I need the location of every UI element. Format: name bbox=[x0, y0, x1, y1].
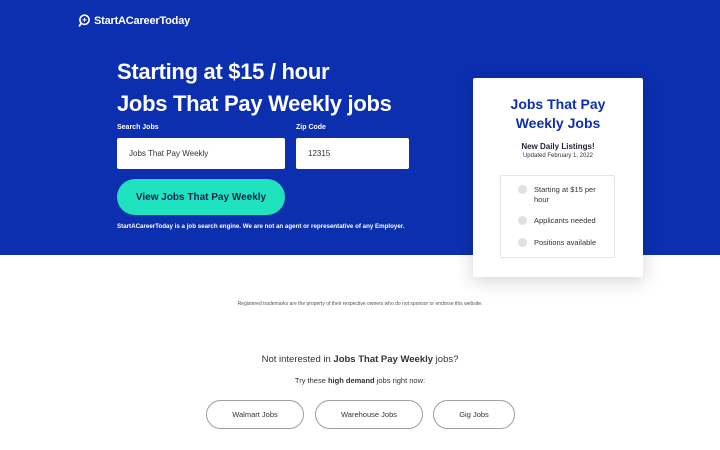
card-bullet: Starting at $15 per hour bbox=[518, 185, 606, 205]
card-bullet-list: Starting at $15 per hour Applicants need… bbox=[500, 175, 615, 258]
headline-line-1: Starting at $15 / hour bbox=[117, 59, 330, 84]
listing-card: Jobs That Pay Weekly Jobs New Daily List… bbox=[473, 78, 643, 277]
view-jobs-button[interactable]: View Jobs That Pay Weekly bbox=[117, 179, 285, 215]
search-jobs-input[interactable]: Jobs That Pay Weekly bbox=[117, 138, 285, 169]
card-subtitle: New Daily Listings! bbox=[521, 142, 595, 151]
search-icon bbox=[78, 14, 91, 27]
zip-code-label: Zip Code bbox=[296, 124, 326, 131]
card-title: Jobs That Pay Weekly Jobs bbox=[510, 96, 606, 131]
page-headline: Starting at $15 / hour Jobs That Pay Wee… bbox=[117, 56, 392, 120]
bullet-dot-icon bbox=[518, 216, 527, 225]
not-interested-text: Not interested in Jobs That Pay Weekly j… bbox=[261, 354, 459, 365]
card-updated-date: Updated February 1, 2022 bbox=[522, 153, 594, 159]
card-bullet: Applicants needed bbox=[518, 216, 596, 226]
gig-jobs-button[interactable]: Gig Jobs bbox=[433, 400, 515, 429]
headline-line-2: Jobs That Pay Weekly jobs bbox=[117, 91, 392, 116]
zip-code-input[interactable]: 12315 bbox=[296, 138, 409, 169]
brand-name: StartACareerToday bbox=[94, 14, 191, 27]
not-interested-job: Jobs That Pay Weekly bbox=[333, 354, 434, 365]
walmart-jobs-button[interactable]: Walmart Jobs bbox=[206, 400, 304, 429]
search-jobs-value: Jobs That Pay Weekly bbox=[129, 149, 209, 158]
card-bullet: Positions available bbox=[518, 238, 596, 248]
bullet-dot-icon bbox=[518, 185, 527, 194]
zip-code-value: 12315 bbox=[308, 149, 331, 158]
disclaimer-text: StartACareerToday is a job search engine… bbox=[117, 223, 405, 230]
warehouse-jobs-button[interactable]: Warehouse Jobs bbox=[315, 400, 423, 429]
bullet-dot-icon bbox=[518, 238, 527, 247]
brand-logo[interactable]: StartACareerToday bbox=[78, 14, 190, 27]
try-these-text: Try these high demand jobs right now: bbox=[294, 376, 426, 385]
trademark-notice: Registered trademarks are the property o… bbox=[237, 301, 483, 307]
search-jobs-label: Search Jobs bbox=[117, 124, 159, 131]
